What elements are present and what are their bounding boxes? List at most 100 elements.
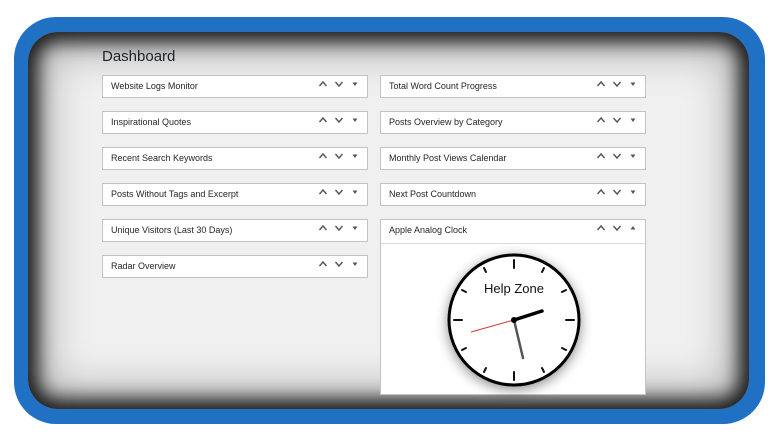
move-up-button[interactable] <box>315 151 331 167</box>
widget-radar-overview[interactable]: Radar Overview <box>102 255 368 278</box>
move-up-button[interactable] <box>315 79 331 95</box>
widget-controls <box>315 115 363 131</box>
move-up-button[interactable] <box>593 79 609 95</box>
widget-title: Recent Search Keywords <box>111 153 213 163</box>
toggle-panel-button[interactable] <box>347 151 363 167</box>
chevron-up-icon <box>596 152 606 159</box>
toggle-panel-button[interactable] <box>347 79 363 95</box>
widget-title: Total Word Count Progress <box>389 81 497 91</box>
chevron-up-icon <box>318 116 328 123</box>
move-up-button[interactable] <box>593 187 609 203</box>
widget-controls <box>315 223 363 239</box>
widget-title: Radar Overview <box>111 261 176 271</box>
chevron-up-icon <box>596 188 606 195</box>
widget-controls <box>593 151 641 167</box>
caret-down-icon <box>352 82 358 86</box>
widget-posts-without-tags[interactable]: Posts Without Tags and Excerpt <box>102 183 368 206</box>
move-up-button[interactable] <box>593 223 609 239</box>
chevron-up-icon <box>596 224 606 231</box>
caret-down-icon <box>630 82 636 86</box>
widget-next-post-countdown[interactable]: Next Post Countdown <box>380 183 646 206</box>
widget-website-logs-monitor[interactable]: Website Logs Monitor <box>102 75 368 98</box>
widget-title: Inspirational Quotes <box>111 117 192 127</box>
chevron-down-icon <box>334 117 344 124</box>
widget-controls <box>593 79 641 95</box>
chevron-up-icon <box>596 80 606 87</box>
widget-monthly-post-views-calendar[interactable]: Monthly Post Views Calendar <box>380 147 646 170</box>
move-up-button[interactable] <box>593 151 609 167</box>
widget-unique-visitors[interactable]: Unique Visitors (Last 30 Days) <box>102 219 368 242</box>
move-up-button[interactable] <box>593 115 609 131</box>
toggle-panel-button[interactable] <box>347 259 363 275</box>
caret-down-icon <box>630 118 636 122</box>
chevron-up-icon <box>318 188 328 195</box>
toggle-panel-button[interactable] <box>347 187 363 203</box>
chevron-down-icon <box>334 153 344 160</box>
move-up-button[interactable] <box>315 223 331 239</box>
chevron-down-icon <box>334 81 344 88</box>
widget-controls <box>315 151 363 167</box>
toggle-panel-button[interactable] <box>347 223 363 239</box>
chevron-up-icon <box>318 80 328 87</box>
caret-up-icon <box>630 226 636 230</box>
widget-title: Posts Without Tags and Excerpt <box>111 189 239 199</box>
chevron-up-icon <box>318 260 328 267</box>
caret-down-icon <box>630 154 636 158</box>
toggle-panel-button[interactable] <box>625 187 641 203</box>
widget-controls <box>315 259 363 275</box>
toggle-panel-button[interactable] <box>625 151 641 167</box>
move-down-button[interactable] <box>609 115 625 131</box>
chevron-down-icon <box>612 153 622 160</box>
chevron-down-icon <box>612 189 622 196</box>
page-title: Dashboard <box>102 48 176 65</box>
move-up-button[interactable] <box>315 187 331 203</box>
move-down-button[interactable] <box>331 115 347 131</box>
widget-total-word-count[interactable]: Total Word Count Progress <box>380 75 646 98</box>
chevron-down-icon <box>334 261 344 268</box>
right-widget-column: Total Word Count Progress Posts Overview… <box>380 75 646 395</box>
widget-inspirational-quotes[interactable]: Inspirational Quotes <box>102 111 368 134</box>
caret-down-icon <box>352 154 358 158</box>
toggle-panel-button[interactable] <box>625 79 641 95</box>
move-down-button[interactable] <box>609 187 625 203</box>
chevron-down-icon <box>612 81 622 88</box>
widget-controls <box>593 223 641 239</box>
widget-title: Next Post Countdown <box>389 189 477 199</box>
widget-title: Apple Analog Clock <box>389 225 468 235</box>
move-down-button[interactable] <box>331 79 347 95</box>
widget-title: Unique Visitors (Last 30 Days) <box>111 225 233 235</box>
widget-controls <box>315 79 363 95</box>
caret-down-icon <box>630 190 636 194</box>
caret-down-icon <box>352 190 358 194</box>
move-down-button[interactable] <box>609 79 625 95</box>
move-up-button[interactable] <box>315 115 331 131</box>
widget-controls <box>315 187 363 203</box>
chevron-up-icon <box>318 224 328 231</box>
move-down-button[interactable] <box>331 151 347 167</box>
move-down-button[interactable] <box>609 223 625 239</box>
move-down-button[interactable] <box>331 223 347 239</box>
left-widget-column: Website Logs Monitor Inspirational Quote… <box>102 75 368 291</box>
chevron-up-icon <box>318 152 328 159</box>
move-down-button[interactable] <box>331 259 347 275</box>
widget-controls <box>593 187 641 203</box>
chevron-down-icon <box>612 117 622 124</box>
widget-controls <box>593 115 641 131</box>
widget-posts-overview-by-category[interactable]: Posts Overview by Category <box>380 111 646 134</box>
widget-apple-analog-clock[interactable]: Apple Analog Clock Help Zone <box>380 219 646 395</box>
move-up-button[interactable] <box>315 259 331 275</box>
toggle-panel-button[interactable] <box>625 115 641 131</box>
move-down-button[interactable] <box>331 187 347 203</box>
chevron-down-icon <box>334 225 344 232</box>
widget-title: Website Logs Monitor <box>111 81 198 91</box>
dashboard-screen: Dashboard Website Logs Monitor Inspirati… <box>28 32 749 409</box>
chevron-up-icon <box>596 116 606 123</box>
move-down-button[interactable] <box>609 151 625 167</box>
chevron-down-icon <box>612 225 622 232</box>
toggle-panel-button[interactable] <box>347 115 363 131</box>
clock-label: Help Zone <box>484 281 544 296</box>
toggle-panel-button[interactable] <box>625 223 641 239</box>
caret-down-icon <box>352 118 358 122</box>
widget-recent-search-keywords[interactable]: Recent Search Keywords <box>102 147 368 170</box>
caret-down-icon <box>352 262 358 266</box>
